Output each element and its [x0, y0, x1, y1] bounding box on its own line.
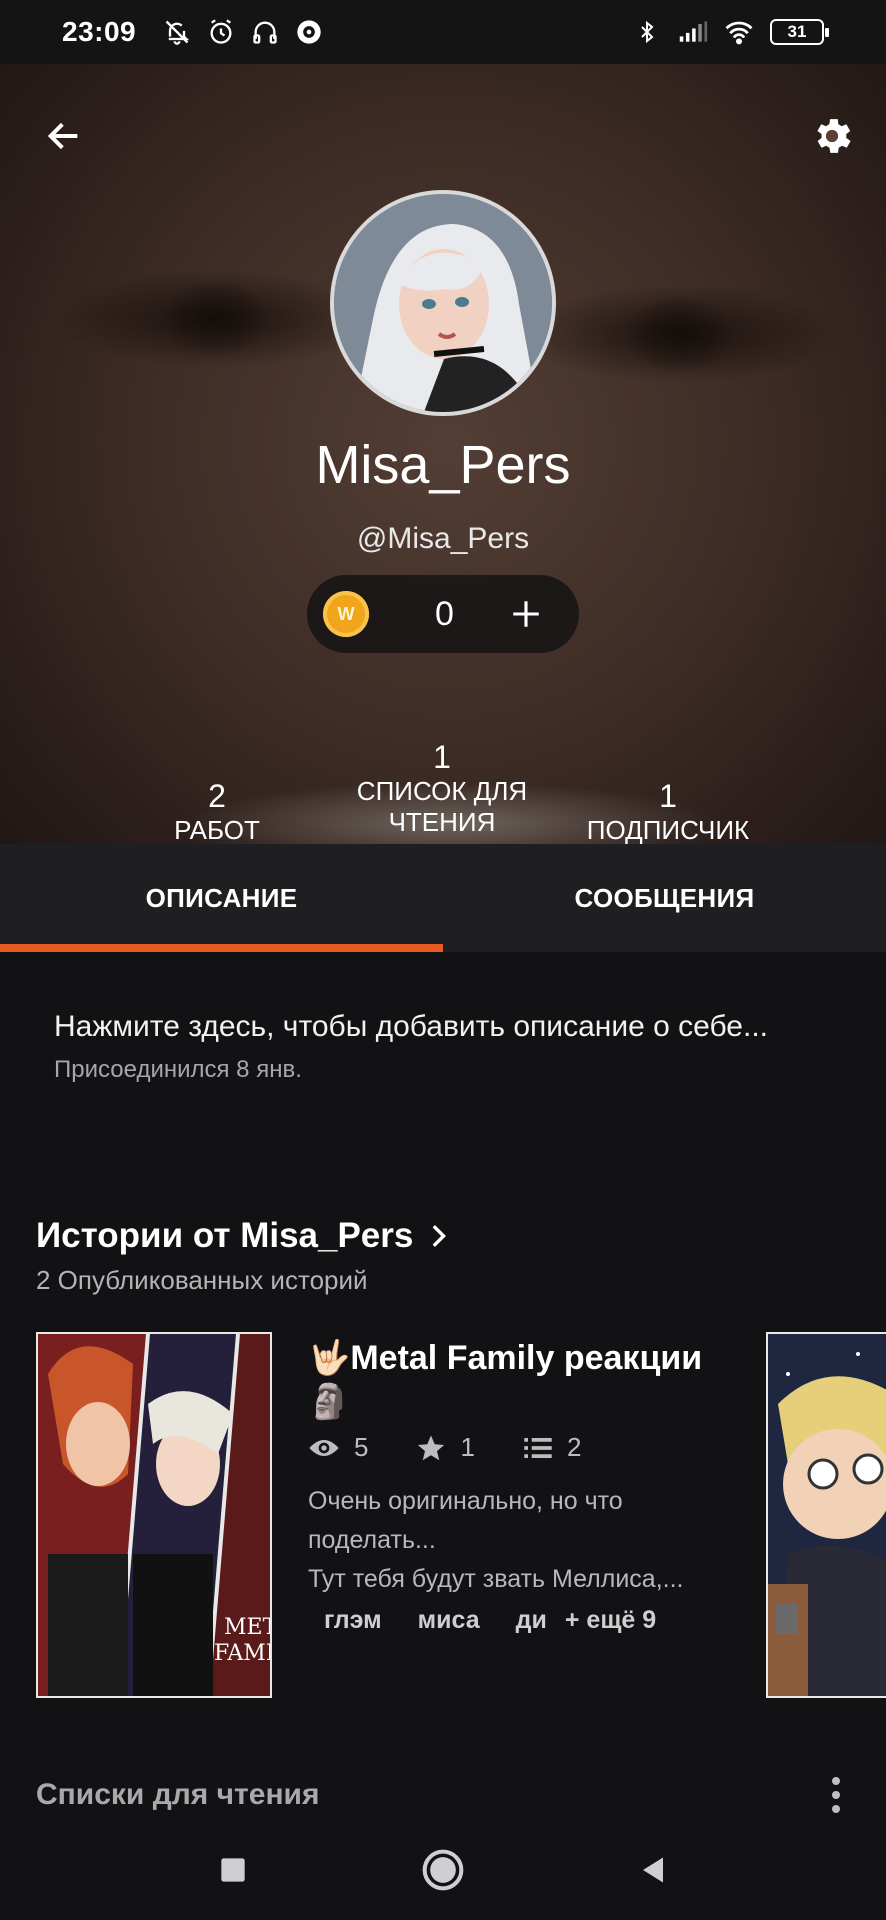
dot — [832, 1791, 840, 1799]
story-desc-line3: Тут тебя будут звать Меллиса,... — [308, 1565, 684, 1593]
add-coins-button[interactable] — [506, 594, 546, 634]
headphones-icon — [250, 17, 280, 47]
media-icon — [294, 17, 324, 47]
story-cover-next[interactable] — [766, 1332, 886, 1698]
triangle-back-icon — [643, 1857, 663, 1883]
story-desc-line1: Очень оригинально, но что — [308, 1487, 623, 1515]
stat-reading-lists-label-line2: ЧТЕНИЯ — [388, 807, 496, 837]
story-desc-line2: поделать... — [308, 1526, 436, 1554]
alarm-icon — [206, 17, 236, 47]
back-nav-button[interactable] — [623, 1840, 683, 1900]
profile-header: Misa_Pers @Misa_Pers W 0 2 РАБОТ 1 СПИСО… — [0, 64, 886, 844]
tag-misa[interactable]: миса — [400, 1606, 498, 1635]
stat-reading-lists[interactable]: 1 СПИСОК ДЛЯ ЧТЕНИЯ — [322, 739, 562, 838]
tag-di[interactable]: ди — [498, 1606, 565, 1635]
story-title-line2: 🗿 — [308, 1383, 351, 1421]
tag-glam[interactable]: глэм — [308, 1606, 400, 1635]
star-icon — [418, 1435, 445, 1460]
story-tags: глэм миса ди + ещё 9 — [308, 1606, 674, 1635]
chevron-right-icon — [432, 1225, 447, 1247]
settings-button[interactable] — [800, 104, 864, 168]
story-title-line1: 🤟🏻Metal Family реакции — [308, 1339, 703, 1377]
avatar-image — [334, 194, 552, 412]
gear-icon — [817, 119, 851, 153]
coin-balance: 0 — [435, 594, 454, 633]
coins-widget[interactable]: W 0 — [307, 575, 579, 653]
more-tags-button[interactable]: + ещё 9 — [565, 1606, 674, 1635]
list-icon — [524, 1437, 552, 1458]
story-description[interactable]: Очень оригинально, но что поделать... Ту… — [308, 1482, 728, 1599]
recents-button[interactable] — [203, 1840, 263, 1900]
stat-works-count: 2 — [208, 778, 226, 814]
system-navigation-bar — [0, 1820, 886, 1920]
stat-works[interactable]: 2 РАБОТ — [97, 778, 337, 844]
coin-icon: W — [323, 591, 369, 637]
status-system-icons: 31 — [632, 17, 829, 47]
cover-title-text: METAL — [224, 1615, 270, 1640]
bluetooth-icon — [632, 17, 662, 47]
stories-title-text: Истории от Misa_Pers — [36, 1216, 414, 1255]
avatar[interactable] — [330, 190, 556, 416]
story-stats: 5 1 2 — [308, 1432, 581, 1463]
story-views: 5 — [354, 1432, 369, 1462]
stat-works-label: РАБОТ — [174, 815, 260, 844]
story-title[interactable]: 🤟🏻Metal Family реакции 🗿 — [308, 1336, 728, 1424]
battery-icon: 31 — [770, 19, 829, 45]
stat-followers[interactable]: 1 ПОДПИСЧИК — [548, 778, 788, 844]
home-button[interactable] — [413, 1840, 473, 1900]
profile-stats: 2 РАБОТ 1 СПИСОК ДЛЯ ЧТЕНИЯ 1 ПОДПИСЧИК — [0, 694, 886, 844]
tab-about[interactable]: ОПИСАНИЕ — [0, 844, 443, 952]
story-cover-image: METAL FAMILY — [38, 1334, 270, 1696]
status-notification-icons — [162, 17, 324, 47]
svg-text:FAMILY: FAMILY — [214, 1641, 270, 1666]
dot — [832, 1805, 840, 1813]
status-bar: 23:09 31 — [0, 0, 886, 64]
stories-section-title[interactable]: Истории от Misa_Pers — [36, 1216, 449, 1256]
reading-lists-title: Списки для чтения — [36, 1778, 320, 1811]
circle-icon — [422, 1849, 464, 1891]
plus-icon — [513, 601, 539, 627]
story-votes: 1 — [460, 1432, 475, 1462]
eye-icon — [309, 1439, 339, 1456]
story-parts: 2 — [566, 1432, 582, 1462]
profile-tabs: ОПИСАНИЕ СООБЩЕНИЯ — [0, 844, 886, 952]
profile-display-name: Misa_Pers — [315, 435, 571, 495]
dot — [832, 1777, 840, 1785]
profile-handle: @Misa_Pers — [356, 522, 530, 555]
stat-reading-lists-label-line1: СПИСОК ДЛЯ — [356, 776, 528, 806]
stories-count: 2 Опубликованных историй — [36, 1265, 368, 1295]
stat-followers-count: 1 — [659, 778, 677, 814]
arrow-left-icon — [47, 122, 78, 150]
bell-off-icon — [162, 17, 192, 47]
square-icon — [221, 1858, 245, 1882]
story-cover-next-image — [768, 1334, 886, 1696]
stat-reading-lists-count: 1 — [433, 739, 451, 775]
joined-date: Присоединился 8 янв. — [54, 1056, 302, 1083]
signal-icon — [678, 17, 708, 47]
about-section[interactable]: Нажмите здесь, чтобы добавить описание о… — [54, 1010, 854, 1084]
story-cover[interactable]: METAL FAMILY — [36, 1332, 272, 1698]
back-button[interactable] — [32, 104, 96, 168]
more-options-button[interactable] — [816, 1770, 856, 1820]
add-description-prompt[interactable]: Нажмите здесь, чтобы добавить описание о… — [54, 1010, 854, 1044]
status-time: 23:09 — [62, 16, 137, 47]
stat-followers-label: ПОДПИСЧИК — [586, 815, 750, 844]
wifi-icon — [724, 17, 754, 47]
tab-messages[interactable]: СООБЩЕНИЯ — [443, 844, 886, 952]
